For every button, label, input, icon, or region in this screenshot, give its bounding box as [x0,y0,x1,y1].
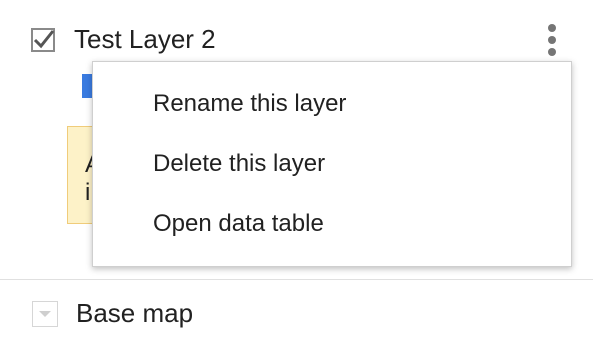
menu-item-rename-layer[interactable]: Rename this layer [93,76,571,134]
menu-item-label: Delete this layer [153,150,326,177]
section-divider [0,279,593,280]
layer-visibility-checkbox[interactable] [31,28,55,52]
menu-item-open-data-table[interactable]: Open data table [93,196,571,254]
layers-panel: Test Layer 2 A i Base map Rename this la… [0,0,593,337]
menu-item-label: Open data table [153,210,324,237]
menu-item-delete-layer[interactable]: Delete this layer [93,136,571,194]
base-map-label[interactable]: Base map [76,298,193,329]
menu-item-label: Rename this layer [153,90,347,117]
checkbox-checked-icon [31,28,55,52]
chevron-down-icon [39,311,51,317]
layer-row: Test Layer 2 [0,18,593,62]
layer-title[interactable]: Test Layer 2 [74,24,216,55]
base-map-toggle[interactable] [32,301,58,327]
layer-options-button[interactable] [537,20,567,60]
layer-context-menu: Rename this layer Delete this layer Open… [92,61,572,267]
base-map-row: Base map [0,292,593,336]
